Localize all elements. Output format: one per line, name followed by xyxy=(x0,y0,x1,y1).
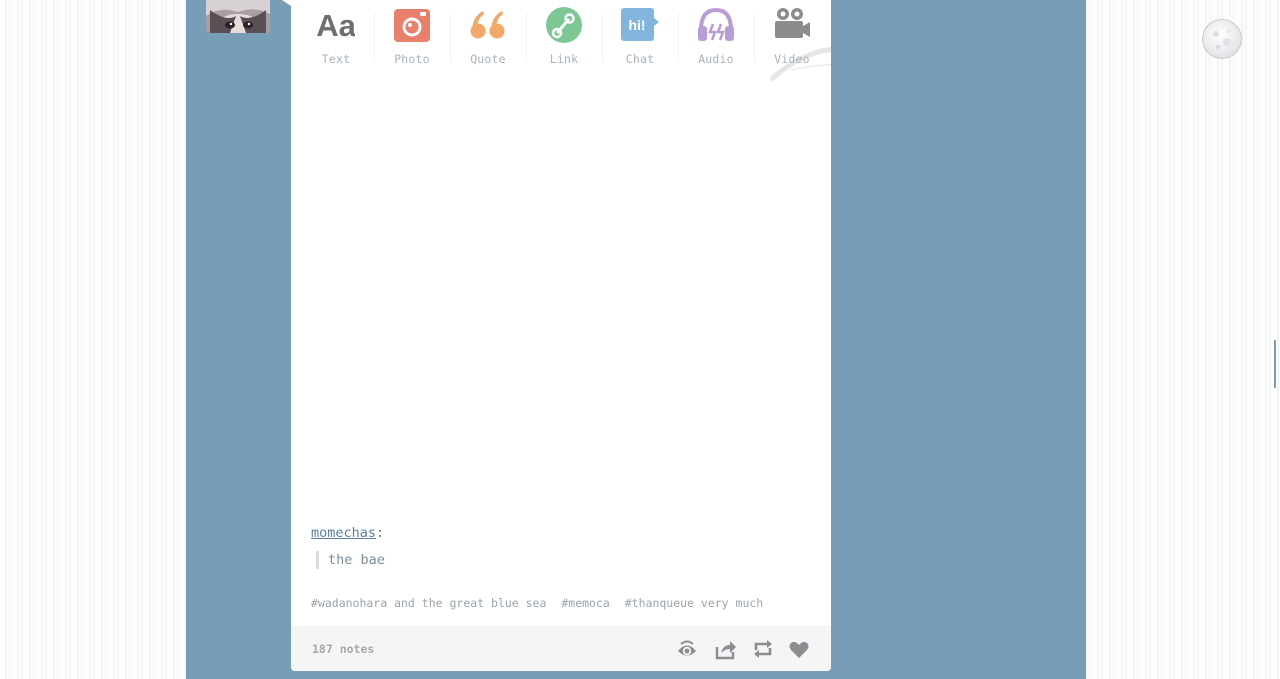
tag-link[interactable]: #memoca xyxy=(561,596,609,610)
blockquote: the bae xyxy=(316,551,811,569)
source-username-link[interactable]: momechas xyxy=(311,525,376,541)
post-type-label: Video xyxy=(774,52,810,66)
quote-icon xyxy=(469,6,507,44)
post-card: Aa Text Photo Quote Link hi! Chat Audio … xyxy=(291,0,831,671)
video-camera-icon xyxy=(773,6,811,44)
post-type-bar: Aa Text Photo Quote Link hi! Chat Audio … xyxy=(291,0,831,82)
post-type-photo[interactable]: Photo xyxy=(374,0,450,72)
text-icon: Aa xyxy=(316,6,356,44)
post-type-label: Quote xyxy=(470,52,506,66)
notes-count[interactable]: 187 notes xyxy=(312,642,374,656)
post-type-quote[interactable]: Quote xyxy=(450,0,526,72)
camera-icon xyxy=(393,6,431,44)
post-type-chat[interactable]: hi! Chat xyxy=(602,0,678,72)
source-separator: : xyxy=(376,525,385,541)
tag-list: #wadanohara and the great blue sea #memo… xyxy=(311,596,771,610)
post-type-label: Photo xyxy=(394,52,430,66)
post-type-video[interactable]: Video xyxy=(754,0,830,72)
post-type-text[interactable]: Aa Text xyxy=(298,0,374,72)
moon-avatar[interactable] xyxy=(1202,19,1242,59)
post-type-label: Audio xyxy=(698,52,734,66)
post-body: momechas: the bae xyxy=(311,525,811,569)
post-footer: 187 notes xyxy=(291,626,831,671)
post-type-link[interactable]: Link xyxy=(526,0,602,72)
chat-icon: hi! xyxy=(621,6,659,44)
tag-link[interactable]: #wadanohara and the great blue sea xyxy=(311,596,546,610)
post-type-label: Text xyxy=(321,52,351,66)
reblog-source: momechas: xyxy=(311,525,811,541)
post-type-label: Link xyxy=(549,52,579,66)
heart-icon[interactable] xyxy=(788,638,810,660)
chat-icon-glyph: hi! xyxy=(628,17,645,33)
eye-icon[interactable] xyxy=(676,638,698,660)
post-type-label: Chat xyxy=(625,52,655,66)
share-icon[interactable] xyxy=(715,638,737,660)
reblog-icon[interactable] xyxy=(752,638,774,660)
post-pointer xyxy=(282,0,291,6)
text-icon-glyph: Aa xyxy=(317,8,355,43)
tag-link[interactable]: #thanqueue very much xyxy=(625,596,763,610)
avatar[interactable] xyxy=(206,0,270,33)
link-icon xyxy=(545,6,583,44)
scroll-marker xyxy=(1274,340,1276,388)
post-type-audio[interactable]: Audio xyxy=(678,0,754,72)
headphones-icon xyxy=(697,6,735,44)
